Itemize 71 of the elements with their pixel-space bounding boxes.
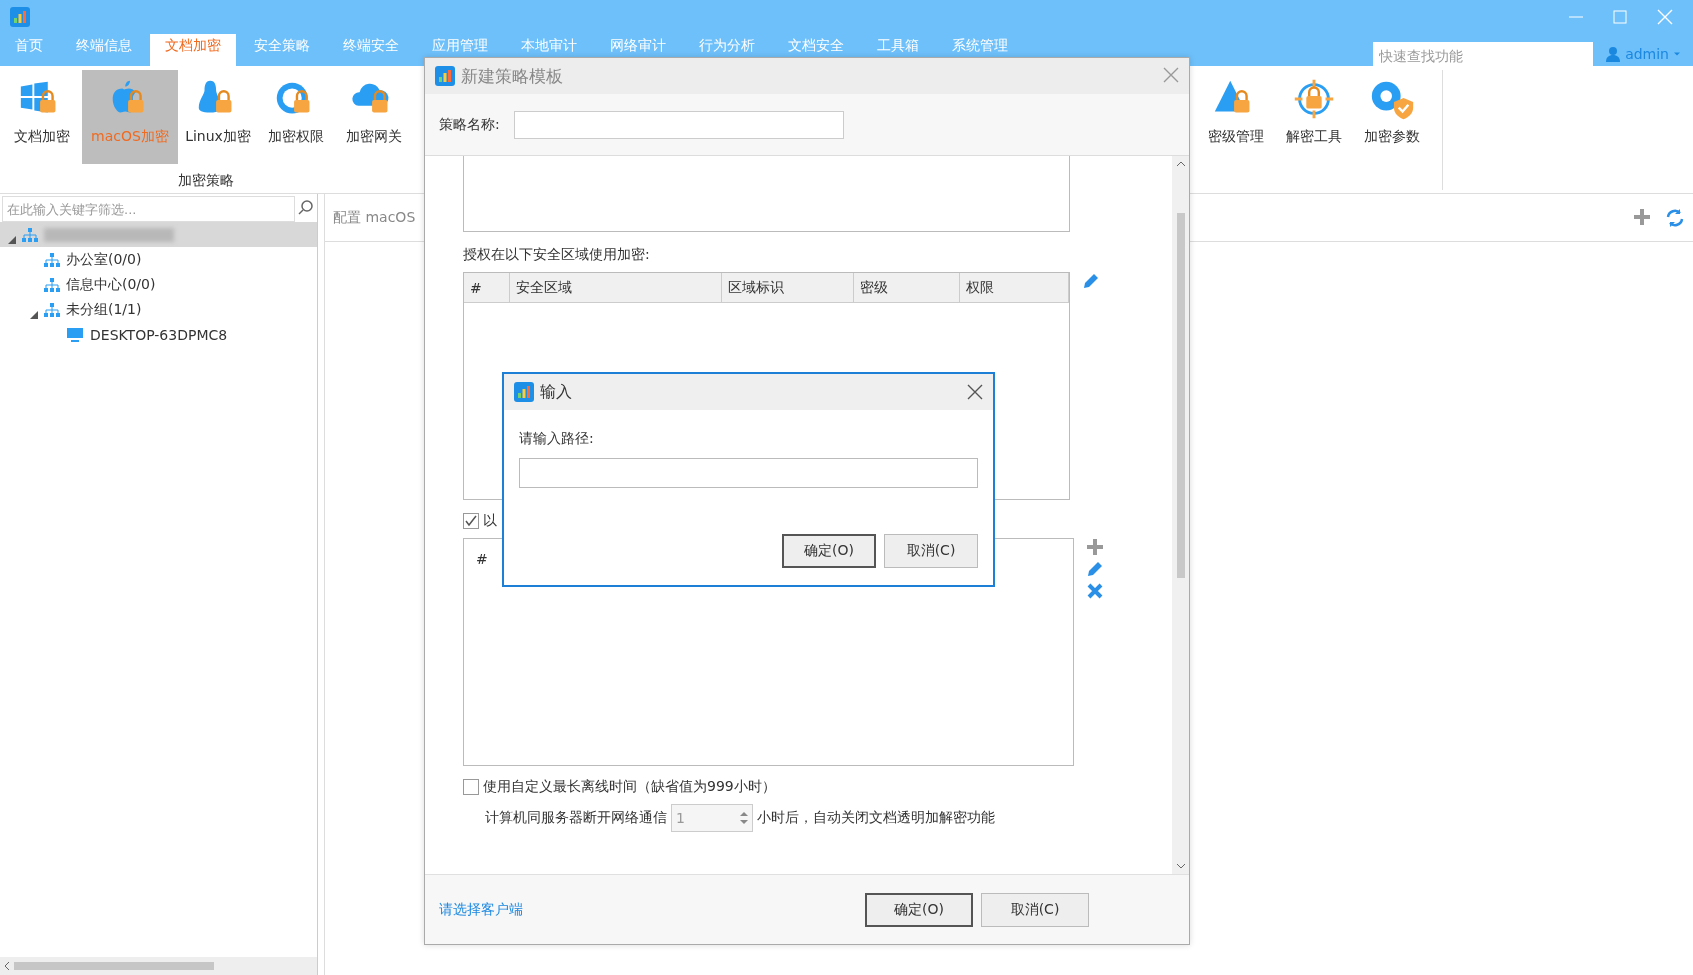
org-icon [22,226,38,243]
name-field[interactable] [513,110,844,139]
org-icon [44,301,60,318]
app-icon [514,382,534,402]
checkbox[interactable] [463,513,479,529]
column-header: # [464,273,510,302]
scroll-up-icon[interactable] [1175,160,1186,168]
column-header: 权限 [960,273,1069,302]
pencil-icon[interactable] [1086,560,1104,578]
dialog-title: 输入 [540,381,572,403]
checkbox-label: 以 [483,512,497,530]
group-label: 加密策略 [177,172,235,190]
caret-icon[interactable] [30,310,38,319]
checkbox[interactable] [463,779,479,795]
field-label: 策略名称: [439,115,500,134]
app-icon [10,7,30,27]
column-header: 安全区域 [510,273,722,302]
scroll-thumb[interactable] [14,962,214,970]
select-client-link[interactable]: 请选择客户端 [439,900,523,919]
vertical-scrollbar[interactable] [1172,156,1189,874]
plus-icon[interactable] [1633,207,1651,226]
monitor-icon [66,326,84,343]
column-header: 密级 [854,273,960,302]
tree-item[interactable]: DESKTOP-63DPMC8 [0,322,317,347]
tree-item[interactable]: 信息中心(0/0) [0,272,317,297]
close-icon[interactable] [967,384,983,400]
menu-tab[interactable]: 终端安全 [328,34,414,66]
config-tab[interactable]: 配置 macOS [333,208,416,227]
ribbon-button[interactable]: 加密网关 [336,70,412,164]
ribbon-button[interactable]: Linux加密 [180,70,256,164]
ribbon-button[interactable]: 解密工具 [1276,70,1352,164]
refresh-icon[interactable] [1665,207,1685,228]
scroll-down-icon[interactable] [1175,862,1186,870]
maximize-icon[interactable] [1613,10,1627,24]
menu-tab[interactable]: 文档加密 [150,34,236,66]
ribbon-button[interactable]: 加密参数 [1354,70,1430,164]
dialog-title: 新建策略模板 [461,64,563,88]
plus-icon[interactable] [1086,538,1104,556]
tree-item[interactable]: 未分组(1/1) [0,297,317,322]
section-label: 授权在以下安全区域使用加密: [463,246,651,264]
checkbox-label: 使用自定义最长离线时间（缺省值为999小时） [483,778,776,796]
app-icon [435,66,455,86]
path-field[interactable] [519,458,978,488]
ribbon-button[interactable]: 加密权限 [258,70,334,164]
menu-tab[interactable]: 首页 [0,34,58,66]
column-header: 区域标识 [722,273,854,302]
scroll-thumb[interactable] [1176,212,1185,578]
menu-tab[interactable]: 终端信息 [61,34,147,66]
tree-item[interactable]: 办公室(0/0) [0,247,317,272]
delete-icon[interactable] [1086,582,1104,600]
user-menu[interactable]: admin [1625,46,1669,62]
cancel-button[interactable]: 取消(C) [981,892,1089,927]
ok-button[interactable]: 确定(O) [865,892,973,927]
filter-field[interactable]: 在此输入关键字筛选... [2,196,295,222]
ribbon-button[interactable]: 文档加密 [4,70,80,164]
user-icon[interactable] [1605,46,1622,62]
org-icon [44,251,60,268]
ribbon-button[interactable]: 密级管理 [1198,70,1274,164]
option-text: 小时后，自动关闭文档透明加解密功能 [757,809,995,827]
caret-icon[interactable] [8,235,16,244]
menu-tab[interactable]: 安全策略 [239,34,325,66]
ok-button[interactable]: 确定(O) [782,534,876,568]
field-label: 请输入路径: [519,430,595,448]
column-header: # [475,550,489,567]
option-text: 计算机同服务器断开网络通信 [485,809,667,827]
hours-spinner[interactable]: 1 [671,804,753,832]
horizontal-scrollbar[interactable] [0,957,317,975]
pencil-icon[interactable] [1082,272,1100,290]
scroll-left-icon[interactable] [4,961,10,971]
org-icon [44,276,60,293]
cancel-button[interactable]: 取消(C) [884,534,978,568]
